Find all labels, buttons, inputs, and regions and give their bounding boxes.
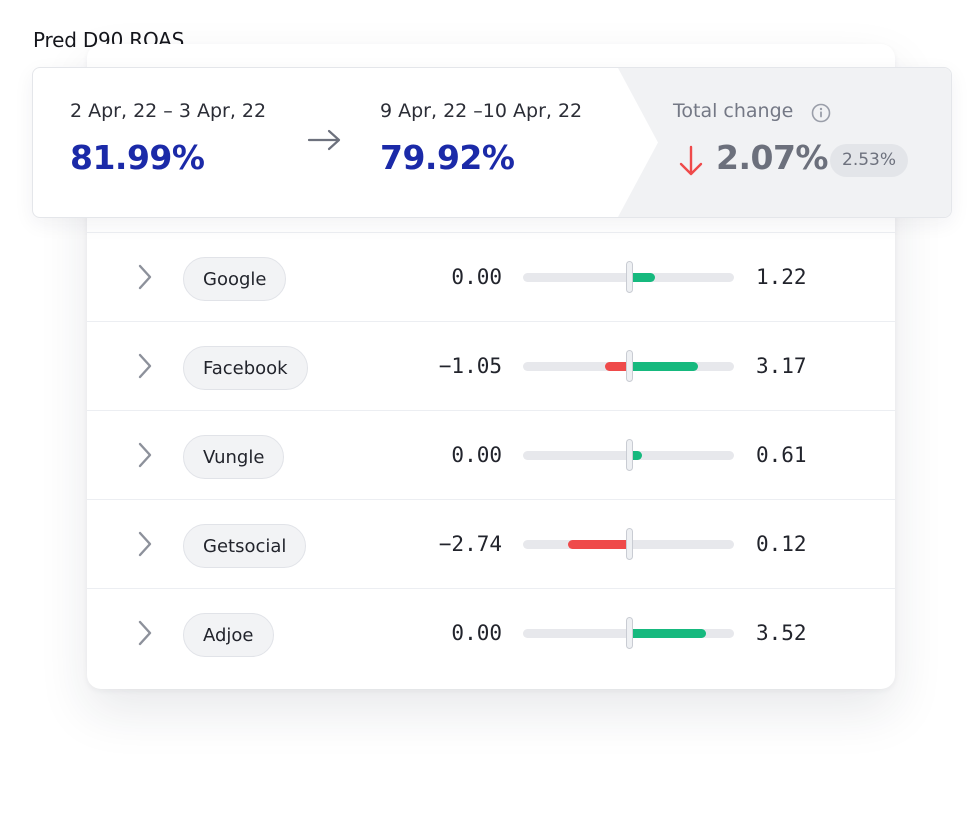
left-value: 0.00 bbox=[451, 265, 502, 289]
left-value: −1.05 bbox=[438, 354, 502, 378]
total-change-badge: 2.53% bbox=[830, 144, 909, 177]
positive-bar-segment bbox=[628, 273, 656, 282]
change-bar bbox=[523, 439, 734, 471]
right-value: 3.52 bbox=[756, 621, 807, 645]
zero-marker bbox=[625, 350, 633, 382]
right-value: 3.17 bbox=[756, 354, 807, 378]
period-b-value: 79.92% bbox=[380, 138, 515, 177]
table-row[interactable]: Google 0.00 1.22 bbox=[87, 232, 895, 321]
change-bar bbox=[523, 261, 734, 293]
chevron-right-icon[interactable] bbox=[133, 441, 157, 469]
arrow-right-icon bbox=[307, 128, 343, 156]
comparison-summary-card: 2 Apr, 22 – 3 Apr, 22 81.99% 9 Apr, 22 –… bbox=[32, 67, 952, 218]
info-icon[interactable] bbox=[811, 103, 831, 127]
change-bar bbox=[523, 617, 734, 649]
left-value: 0.00 bbox=[451, 621, 502, 645]
total-change-label: Total change bbox=[673, 100, 794, 122]
negative-bar-segment bbox=[568, 540, 629, 549]
chevron-right-icon[interactable] bbox=[133, 530, 157, 558]
channel-rows: Google 0.00 1.22 Facebook −1.05 3.17 Vun… bbox=[87, 232, 895, 677]
total-change-value: 2.07% bbox=[716, 138, 829, 177]
table-row[interactable]: Adjoe 0.00 3.52 bbox=[87, 588, 895, 677]
channel-name-badge: Vungle bbox=[183, 435, 285, 479]
chevron-right-icon[interactable] bbox=[133, 352, 157, 380]
arrow-down-icon bbox=[678, 144, 704, 182]
zero-marker bbox=[625, 528, 633, 560]
channel-name-badge: Getsocial bbox=[183, 524, 307, 568]
left-value: 0.00 bbox=[451, 443, 502, 467]
table-row[interactable]: Getsocial −2.74 0.12 bbox=[87, 499, 895, 588]
right-value: 1.22 bbox=[756, 265, 807, 289]
chevron-right-icon[interactable] bbox=[133, 263, 157, 291]
zero-marker bbox=[625, 617, 633, 649]
zero-marker bbox=[625, 439, 633, 471]
positive-bar-segment bbox=[628, 629, 706, 638]
period-a-value: 81.99% bbox=[70, 138, 205, 177]
right-value: 0.12 bbox=[756, 532, 807, 556]
period-b-label: 9 Apr, 22 –10 Apr, 22 bbox=[380, 100, 583, 122]
change-bar bbox=[523, 350, 734, 382]
positive-bar-segment bbox=[628, 362, 699, 371]
table-row[interactable]: Vungle 0.00 0.61 bbox=[87, 410, 895, 499]
change-bar bbox=[523, 528, 734, 560]
channel-name-badge: Google bbox=[183, 257, 287, 301]
period-a-label: 2 Apr, 22 – 3 Apr, 22 bbox=[70, 100, 267, 122]
channel-name-badge: Adjoe bbox=[183, 613, 274, 657]
table-row[interactable]: Facebook −1.05 3.17 bbox=[87, 321, 895, 410]
zero-marker bbox=[625, 261, 633, 293]
channel-name-badge: Facebook bbox=[183, 346, 308, 390]
chevron-right-icon[interactable] bbox=[133, 619, 157, 647]
right-value: 0.61 bbox=[756, 443, 807, 467]
left-value: −2.74 bbox=[438, 532, 502, 556]
